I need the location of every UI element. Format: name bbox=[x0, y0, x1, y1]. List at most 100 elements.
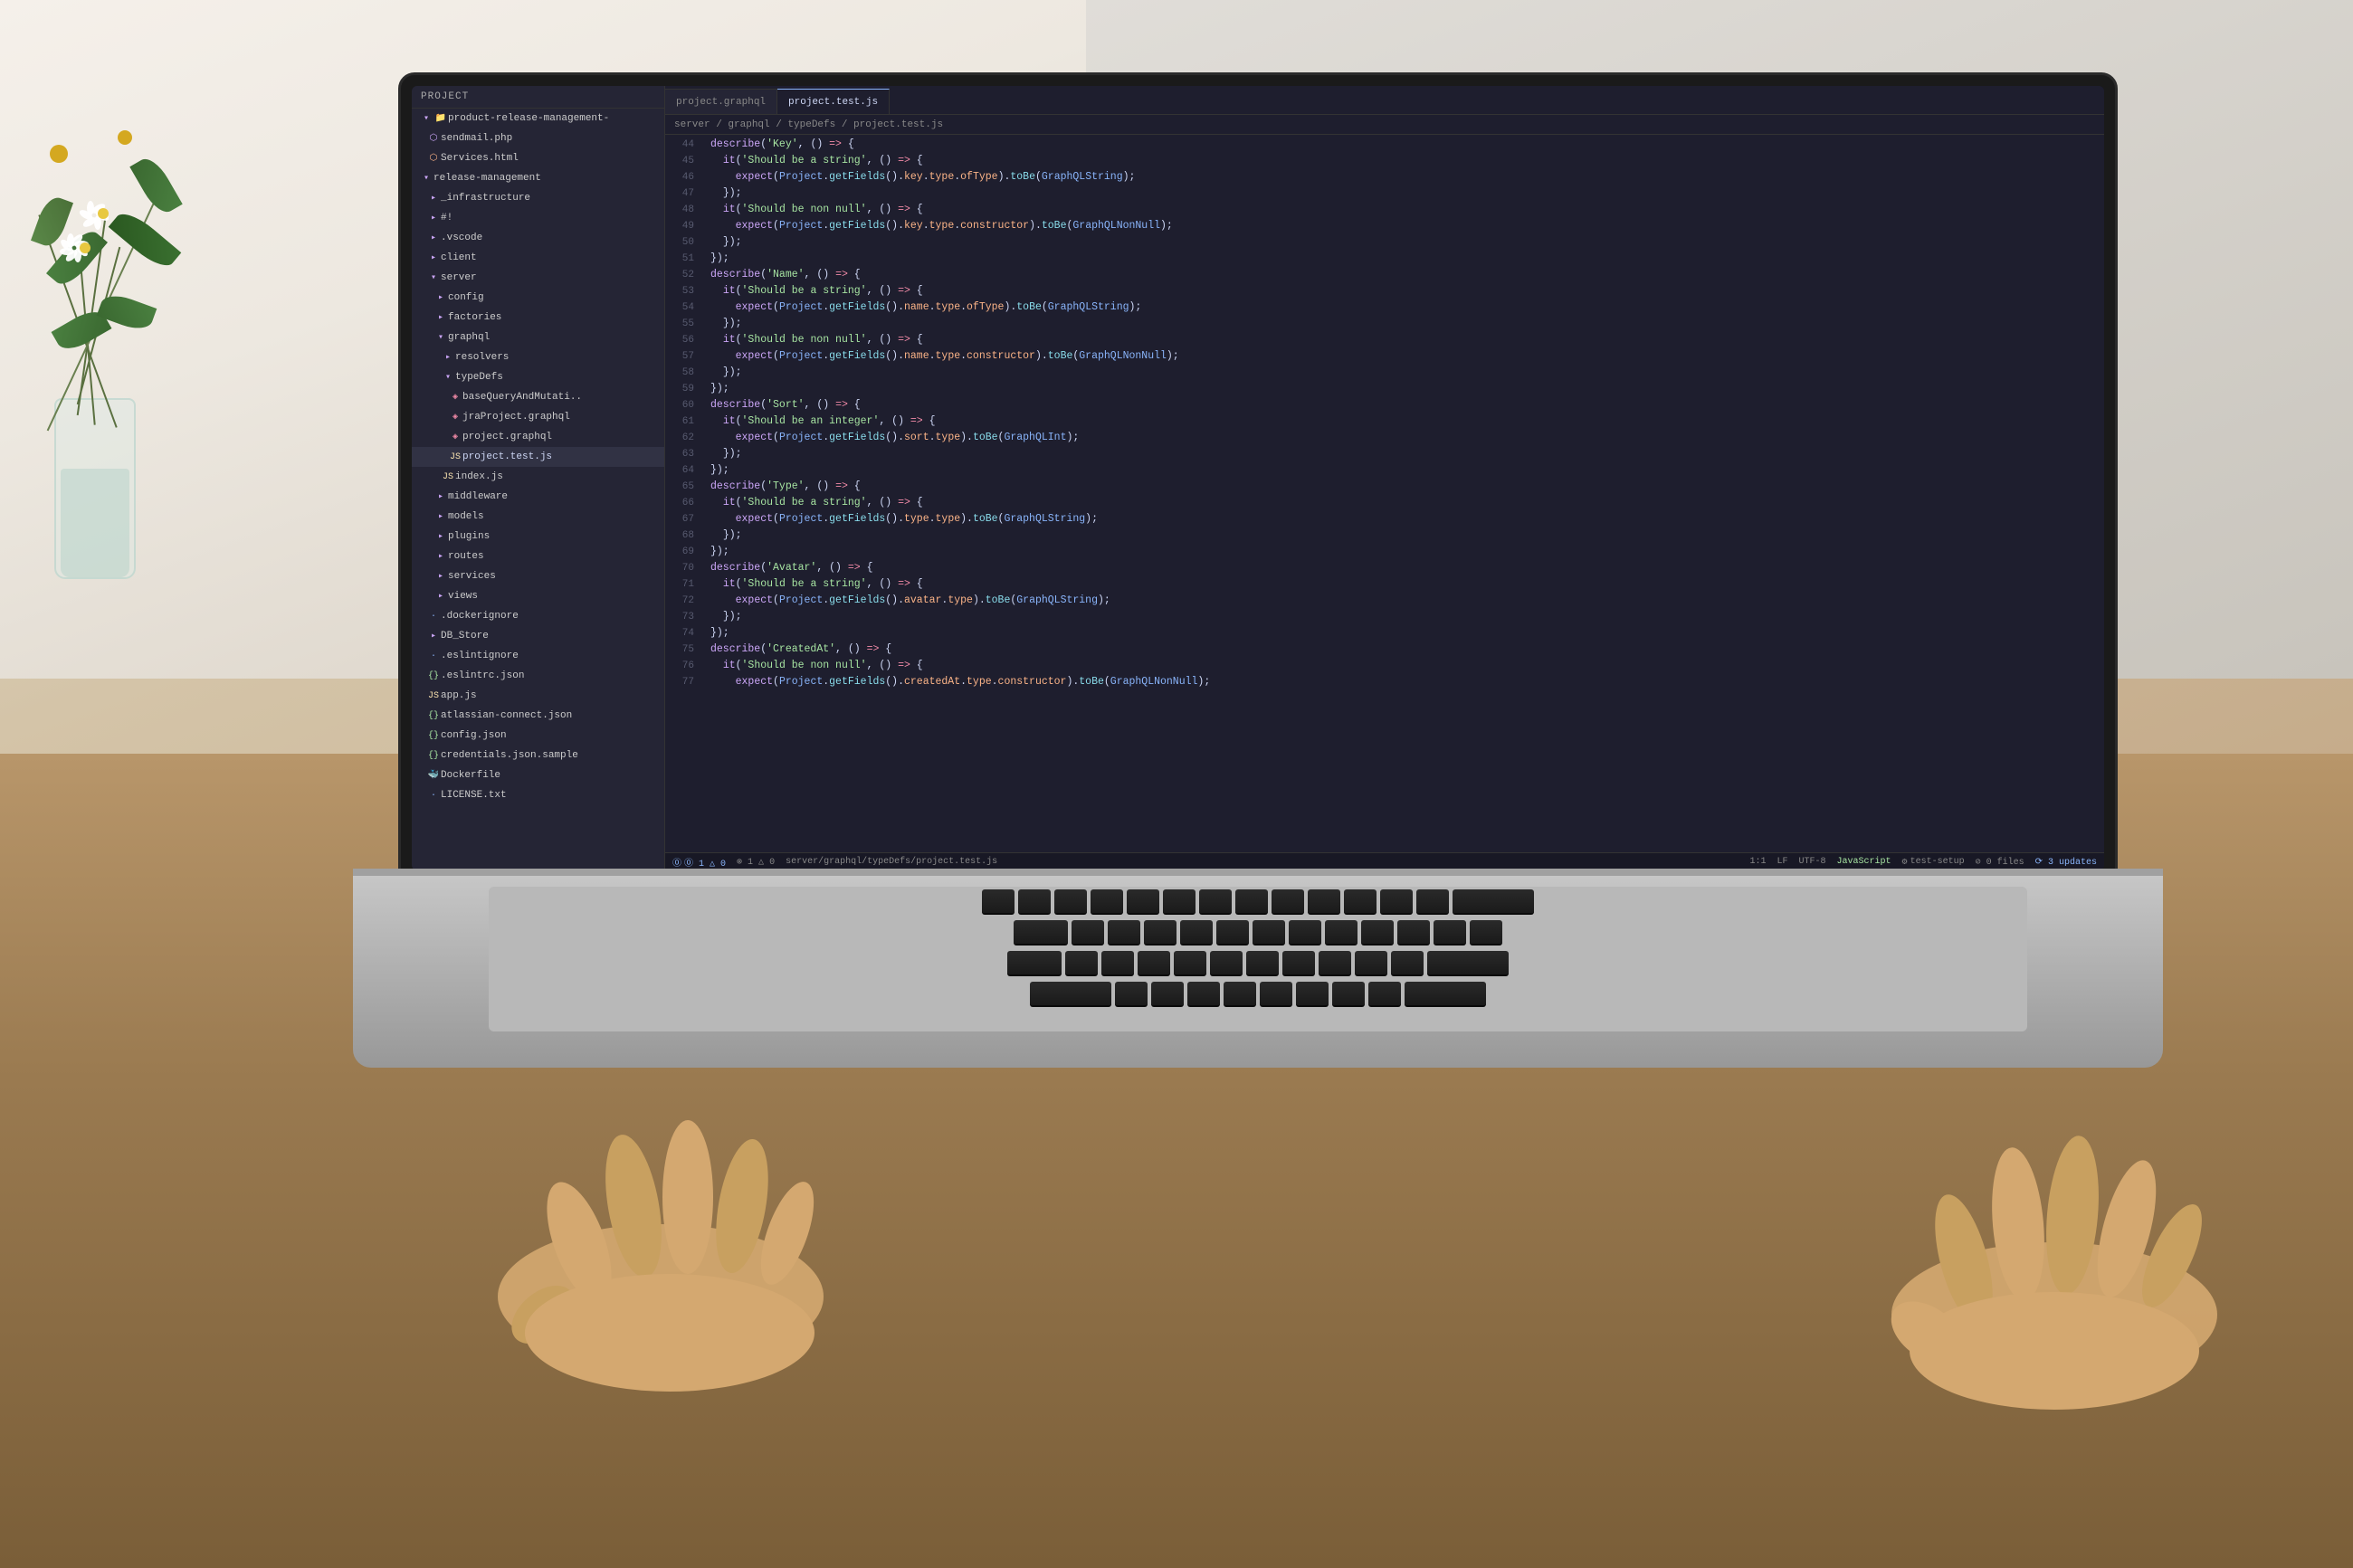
key[interactable] bbox=[1380, 889, 1413, 915]
tab-project-graphql[interactable]: project.graphql bbox=[665, 89, 777, 114]
key[interactable] bbox=[1325, 920, 1358, 946]
tree-item-label: .vscode bbox=[441, 233, 482, 243]
key-caps[interactable] bbox=[1007, 951, 1062, 976]
tree-item-credentials[interactable]: {} credentials.json.sample bbox=[412, 746, 664, 765]
tree-item-label: server bbox=[441, 272, 477, 283]
key[interactable] bbox=[982, 889, 1015, 915]
tree-item-infra[interactable]: ▸ _infrastructure bbox=[412, 188, 664, 208]
key[interactable] bbox=[1260, 982, 1292, 1007]
js-icon: JS bbox=[441, 470, 455, 484]
key[interactable] bbox=[1018, 889, 1051, 915]
tree-item-api[interactable]: ▸ #! bbox=[412, 208, 664, 228]
folder-icon: ▸ bbox=[426, 211, 441, 225]
key-enter[interactable] bbox=[1427, 951, 1509, 976]
key[interactable] bbox=[1289, 920, 1321, 946]
key[interactable] bbox=[1416, 889, 1449, 915]
code-line-50: }); bbox=[710, 234, 2104, 251]
key[interactable] bbox=[1397, 920, 1430, 946]
tree-item-license[interactable]: · LICENSE.txt bbox=[412, 785, 664, 805]
tab-project-test[interactable]: project.test.js bbox=[777, 89, 890, 114]
tree-item-app-js[interactable]: JS app.js bbox=[412, 686, 664, 706]
key[interactable] bbox=[1065, 951, 1098, 976]
tree-item-product-release[interactable]: ▾ 📁 product-release-management- bbox=[412, 109, 664, 128]
key[interactable] bbox=[1216, 920, 1249, 946]
tree-item-project-test[interactable]: JS project.test.js bbox=[412, 447, 664, 467]
tree-item-factories[interactable]: ▸ factories bbox=[412, 308, 664, 328]
key[interactable] bbox=[1144, 920, 1176, 946]
tree-item-dockerfile[interactable]: 🐳 Dockerfile bbox=[412, 765, 664, 785]
tree-item-typedefs[interactable]: ▾ typeDefs bbox=[412, 367, 664, 387]
key[interactable] bbox=[1355, 951, 1387, 976]
tree-item-base-query[interactable]: ◈ baseQueryAndMutati.. bbox=[412, 387, 664, 407]
tree-item-jra[interactable]: ◈ jraProject.graphql bbox=[412, 407, 664, 427]
key[interactable] bbox=[1368, 982, 1401, 1007]
graphql-icon: ◈ bbox=[448, 410, 462, 424]
key[interactable] bbox=[1319, 951, 1351, 976]
tree-item-config[interactable]: ▸ config bbox=[412, 288, 664, 308]
tree-item-project-graphql[interactable]: ◈ project.graphql bbox=[412, 427, 664, 447]
tree-item-sendmail[interactable]: ⬡ sendmail.php bbox=[412, 128, 664, 148]
code-content[interactable]: 4445464748 4950515253 5455565758 5960616… bbox=[665, 135, 2104, 852]
tree-item-views[interactable]: ▸ views bbox=[412, 586, 664, 606]
key[interactable] bbox=[1332, 982, 1365, 1007]
key[interactable] bbox=[1434, 920, 1466, 946]
key-shift-right[interactable] bbox=[1405, 982, 1486, 1007]
key[interactable] bbox=[1163, 889, 1196, 915]
key[interactable] bbox=[1115, 982, 1148, 1007]
key-tab[interactable] bbox=[1014, 920, 1068, 946]
tree-item-dockerignore[interactable]: · .dockerignore bbox=[412, 606, 664, 626]
tree-item-vscode[interactable]: ▸ .vscode bbox=[412, 228, 664, 248]
key[interactable] bbox=[1174, 951, 1206, 976]
key[interactable] bbox=[1054, 889, 1087, 915]
key[interactable] bbox=[1235, 889, 1268, 915]
key-backspace[interactable] bbox=[1453, 889, 1534, 915]
key[interactable] bbox=[1210, 951, 1243, 976]
tree-item-services-html[interactable]: ⬡ Services.html bbox=[412, 148, 664, 168]
tree-item-eslintrc[interactable]: {} .eslintrc.json bbox=[412, 666, 664, 686]
key[interactable] bbox=[1199, 889, 1232, 915]
code-line-69: }); bbox=[710, 544, 2104, 560]
tree-item-middleware[interactable]: ▸ middleware bbox=[412, 487, 664, 507]
key[interactable] bbox=[1187, 982, 1220, 1007]
key[interactable] bbox=[1127, 889, 1159, 915]
key[interactable] bbox=[1361, 920, 1394, 946]
tree-item-atlassian[interactable]: {} atlassian-connect.json bbox=[412, 706, 664, 726]
tree-item-resolvers[interactable]: ▸ resolvers bbox=[412, 347, 664, 367]
key[interactable] bbox=[1091, 889, 1123, 915]
key[interactable] bbox=[1072, 920, 1104, 946]
js-icon: JS bbox=[448, 450, 462, 464]
tree-item-server[interactable]: ▾ server bbox=[412, 268, 664, 288]
key[interactable] bbox=[1296, 982, 1329, 1007]
key[interactable] bbox=[1344, 889, 1377, 915]
key[interactable] bbox=[1308, 889, 1340, 915]
folder-icon: ▸ bbox=[433, 529, 448, 544]
key[interactable] bbox=[1246, 951, 1279, 976]
tree-item-index[interactable]: JS index.js bbox=[412, 467, 664, 487]
key[interactable] bbox=[1253, 920, 1285, 946]
key[interactable] bbox=[1101, 951, 1134, 976]
tree-item-eslintignore[interactable]: · .eslintignore bbox=[412, 646, 664, 666]
tree-item-services[interactable]: ▸ services bbox=[412, 566, 664, 586]
code-line-47: }); bbox=[710, 185, 2104, 202]
code-line-46: expect(Project.getFields().key.type.ofTy… bbox=[710, 169, 2104, 185]
tree-item-label: .dockerignore bbox=[441, 611, 519, 622]
tree-item-plugins[interactable]: ▸ plugins bbox=[412, 527, 664, 546]
key[interactable] bbox=[1180, 920, 1213, 946]
key[interactable] bbox=[1282, 951, 1315, 976]
key[interactable] bbox=[1108, 920, 1140, 946]
tree-item-release[interactable]: ▾ release-management bbox=[412, 168, 664, 188]
tree-item-graphql[interactable]: ▾ graphql bbox=[412, 328, 664, 347]
tree-item-models[interactable]: ▸ models bbox=[412, 507, 664, 527]
key[interactable] bbox=[1470, 920, 1502, 946]
key[interactable] bbox=[1151, 982, 1184, 1007]
tree-item-client[interactable]: ▸ client bbox=[412, 248, 664, 268]
tree-item-config-json[interactable]: {} config.json bbox=[412, 726, 664, 746]
key[interactable] bbox=[1391, 951, 1424, 976]
tree-item-label: .eslintrc.json bbox=[441, 670, 524, 681]
key[interactable] bbox=[1272, 889, 1304, 915]
key-shift-left[interactable] bbox=[1030, 982, 1111, 1007]
key[interactable] bbox=[1138, 951, 1170, 976]
key[interactable] bbox=[1224, 982, 1256, 1007]
tree-item-db-store[interactable]: ▸ DB_Store bbox=[412, 626, 664, 646]
tree-item-routes[interactable]: ▸ routes bbox=[412, 546, 664, 566]
